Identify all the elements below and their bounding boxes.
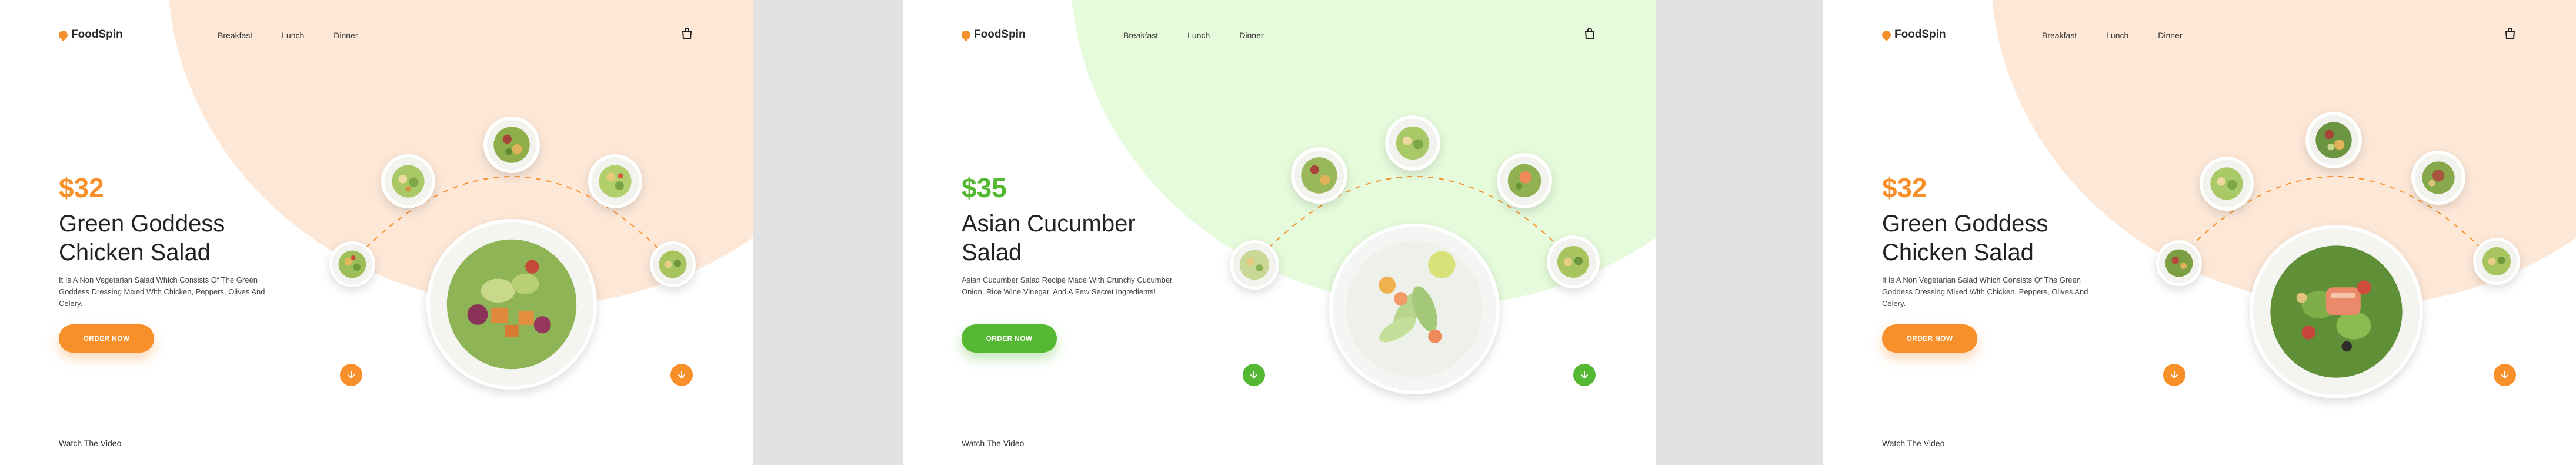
featured-dish-image	[2250, 225, 2423, 398]
prev-dish-button[interactable]	[340, 364, 362, 386]
slide-panel-3: FoodSpin Breakfast Lunch Dinner $32 Gree…	[1823, 0, 2576, 465]
price: $32	[1882, 172, 1927, 203]
dish-thumbnail[interactable]	[1547, 235, 1600, 288]
nav-lunch[interactable]: Lunch	[1187, 31, 1210, 40]
dish-thumbnail[interactable]	[2200, 157, 2254, 211]
price: $32	[59, 172, 104, 203]
prev-dish-button[interactable]	[1243, 364, 1265, 386]
order-now-button[interactable]: ORDER NOW	[59, 324, 154, 353]
dish-thumbnail[interactable]	[1230, 240, 1279, 290]
brand-name: FoodSpin	[71, 28, 123, 41]
nav-dinner[interactable]: Dinner	[1239, 31, 1263, 40]
leaf-flame-icon	[56, 28, 70, 41]
shopping-bag-icon[interactable]	[681, 27, 693, 40]
dish-thumbnail[interactable]	[2411, 151, 2465, 205]
watch-video-link[interactable]: Watch The Video	[59, 439, 121, 448]
dish-description: It Is A Non Vegetarian Salad Which Consi…	[59, 275, 265, 308]
nav-lunch[interactable]: Lunch	[282, 31, 304, 40]
leaf-flame-icon	[959, 28, 973, 41]
dish-thumbnail[interactable]	[1291, 147, 1347, 204]
dish-thumbnail[interactable]	[2156, 240, 2202, 286]
next-dish-button[interactable]	[670, 364, 693, 386]
brand-logo[interactable]: FoodSpin	[1880, 28, 1946, 41]
brand-name: FoodSpin	[974, 28, 1026, 41]
shopping-bag-icon[interactable]	[2504, 27, 2516, 40]
dish-title: Green Goddess Chicken Salad	[59, 211, 225, 265]
featured-dish-image	[1329, 224, 1500, 394]
slide-panel-1: FoodSpin Breakfast Lunch Dinner $32 Gree…	[0, 0, 753, 465]
main-nav: Breakfast Lunch Dinner	[218, 31, 358, 40]
arrow-down-icon	[348, 371, 355, 378]
price: $35	[962, 172, 1007, 203]
shopping-bag-icon[interactable]	[1584, 27, 1596, 40]
arrow-down-icon	[2501, 371, 2508, 378]
order-now-button[interactable]: ORDER NOW	[962, 324, 1057, 353]
nav-breakfast[interactable]: Breakfast	[2042, 31, 2077, 40]
nav-lunch[interactable]: Lunch	[2106, 31, 2128, 40]
next-dish-button[interactable]	[2494, 364, 2516, 386]
dish-thumbnail[interactable]	[2473, 238, 2520, 285]
dish-thumbnail[interactable]	[2305, 112, 2362, 168]
next-dish-button[interactable]	[1573, 364, 1596, 386]
dish-thumbnail[interactable]	[329, 241, 375, 287]
dish-description: Asian Cucumber Salad Recipe Made With Cr…	[962, 275, 1174, 296]
dish-thumbnail[interactable]	[483, 117, 540, 173]
dish-thumbnail[interactable]	[1385, 115, 1440, 171]
nav-breakfast[interactable]: Breakfast	[1123, 31, 1158, 40]
nav-breakfast[interactable]: Breakfast	[218, 31, 252, 40]
brand-name: FoodSpin	[1894, 28, 1946, 41]
dish-title: Asian Cucumber Salad	[962, 211, 1136, 265]
order-now-button[interactable]: ORDER NOW	[1882, 324, 1977, 353]
arrow-down-icon	[1581, 371, 1588, 378]
main-nav: Breakfast Lunch Dinner	[1123, 31, 1264, 40]
arrow-down-icon	[678, 371, 685, 378]
arrow-down-icon	[2171, 371, 2178, 378]
featured-dish-image	[426, 219, 597, 390]
brand-logo[interactable]: FoodSpin	[959, 28, 1026, 41]
nav-dinner[interactable]: Dinner	[2158, 31, 2182, 40]
dish-title: Green Goddess Chicken Salad	[1882, 211, 2048, 265]
dish-thumbnail[interactable]	[588, 154, 642, 208]
dish-description: It Is A Non Vegetarian Salad Which Consi…	[1882, 275, 2088, 308]
main-nav: Breakfast Lunch Dinner	[2042, 31, 2183, 40]
arrow-down-icon	[1250, 371, 1257, 378]
dish-thumbnail[interactable]	[650, 241, 696, 287]
prev-dish-button[interactable]	[2163, 364, 2185, 386]
watch-video-link[interactable]: Watch The Video	[1882, 439, 1944, 448]
leaf-flame-icon	[1880, 28, 1893, 41]
dish-thumbnail[interactable]	[381, 154, 435, 208]
dish-thumbnail[interactable]	[1497, 153, 1552, 208]
watch-video-link[interactable]: Watch The Video	[962, 439, 1024, 448]
slide-panel-2: FoodSpin Breakfast Lunch Dinner $35 Asia…	[903, 0, 1656, 465]
brand-logo[interactable]: FoodSpin	[56, 28, 123, 41]
nav-dinner[interactable]: Dinner	[333, 31, 358, 40]
